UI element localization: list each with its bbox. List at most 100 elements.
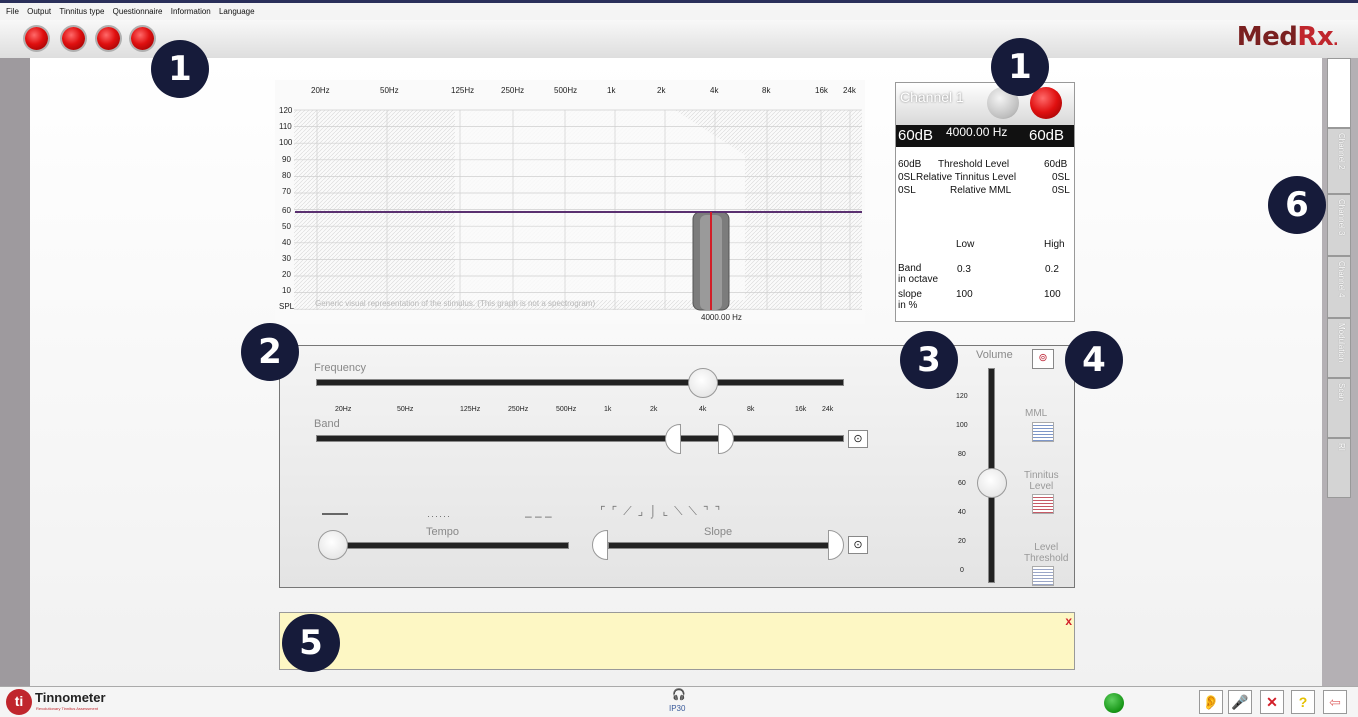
channel-info-panel: Channel 1 60dB 4000.00 Hz 60dB 60dB Thre… bbox=[895, 82, 1075, 322]
y-label: 40 bbox=[282, 238, 291, 247]
band-low-handle[interactable] bbox=[665, 424, 681, 454]
menu-questionnaire[interactable]: Questionnaire bbox=[113, 7, 163, 16]
menu-file[interactable]: File bbox=[6, 7, 19, 16]
menu-tinnitus-type[interactable]: Tinnitus type bbox=[59, 7, 104, 16]
band-link-button[interactable]: ⊙ bbox=[848, 430, 868, 448]
volume-tick: 20 bbox=[958, 538, 966, 545]
mml-button[interactable] bbox=[1032, 422, 1054, 442]
callout-badge: 4 bbox=[1065, 331, 1123, 389]
freq-label-8k: 8k bbox=[762, 86, 771, 95]
listen-button[interactable]: 👂 bbox=[1199, 690, 1223, 714]
menu-output[interactable]: Output bbox=[27, 7, 51, 16]
tab-channel-2[interactable]: Channel 2 bbox=[1327, 128, 1351, 194]
headphone-model: IP30 bbox=[669, 704, 686, 713]
freq-tick: 250Hz bbox=[508, 406, 529, 413]
channel-3-indicator[interactable] bbox=[97, 27, 120, 50]
tab-channel-3[interactable]: Channel 3 bbox=[1327, 194, 1351, 256]
tab-modulation[interactable]: Modulation bbox=[1327, 318, 1351, 378]
channel-level-bar: 60dB 4000.00 Hz 60dB bbox=[896, 125, 1074, 147]
frequency-slider-track[interactable] bbox=[316, 379, 844, 386]
freq-label-2k: 2k bbox=[657, 86, 666, 95]
back-button[interactable]: ⇦ bbox=[1323, 690, 1347, 714]
link-icon: ⊙ bbox=[853, 539, 863, 551]
freq-label-125hz: 125Hz bbox=[451, 86, 475, 95]
mml-left: 0SL bbox=[898, 185, 916, 196]
freq-label-24k: 24k bbox=[843, 86, 856, 95]
channel-1-indicator[interactable] bbox=[25, 27, 48, 50]
callout-badge: 2 bbox=[241, 323, 299, 381]
tempo-continuous-icon bbox=[322, 513, 348, 515]
tempo-slow-icon: – – – bbox=[525, 509, 552, 523]
slope-low: 100 bbox=[956, 289, 973, 300]
slope-high: 100 bbox=[1044, 289, 1061, 300]
volume-tick: 40 bbox=[958, 509, 966, 516]
slope-label: Slope bbox=[704, 526, 733, 538]
freq-tick: 16k bbox=[795, 406, 807, 413]
volume-tick: 100 bbox=[956, 422, 968, 429]
channel-2-indicator[interactable] bbox=[62, 27, 85, 50]
y-label: 120 bbox=[279, 106, 293, 115]
y-label: 90 bbox=[282, 155, 291, 164]
channel-frequency: 4000.00 Hz bbox=[946, 125, 1008, 139]
tab-ri[interactable]: RI bbox=[1327, 438, 1351, 498]
tinnitus-level-label: Relative Tinnitus Level bbox=[916, 172, 1017, 183]
stimulus-graph-svg bbox=[294, 109, 862, 311]
notes-area[interactable]: x bbox=[279, 612, 1075, 670]
high-header: High bbox=[1044, 239, 1065, 250]
volume-slider-handle[interactable] bbox=[977, 468, 1007, 498]
band-label: Band bbox=[314, 418, 340, 430]
freq-tick: 24k bbox=[822, 406, 834, 413]
tempo-label: Tempo bbox=[426, 526, 460, 538]
band-label: Band in octave bbox=[898, 263, 939, 285]
channel-4-indicator[interactable] bbox=[131, 27, 154, 50]
channel-header: Channel 1 bbox=[896, 83, 1074, 125]
freq-tick: 125Hz bbox=[460, 406, 481, 413]
tinnitus-level-left: 0SL bbox=[898, 172, 916, 183]
tinnitus-level-right: 0SL bbox=[1052, 172, 1070, 183]
menu-language[interactable]: Language bbox=[219, 7, 255, 16]
slope-high-handle[interactable] bbox=[828, 530, 844, 560]
tinnitus-level-button[interactable] bbox=[1032, 494, 1054, 514]
medrx-logo: MedRx. bbox=[1236, 22, 1339, 52]
band-slider-track[interactable] bbox=[316, 435, 844, 442]
callout-badge: 1 bbox=[991, 38, 1049, 96]
callout-badge: 6 bbox=[1268, 176, 1326, 234]
callout-badge: 3 bbox=[900, 331, 958, 389]
tab-channel-4[interactable]: Channel 4 bbox=[1327, 256, 1351, 318]
frequency-label: Frequency bbox=[314, 362, 366, 374]
microphone-icon: 🎤 bbox=[1231, 694, 1249, 710]
link-channels-button[interactable]: ⊚ bbox=[1032, 349, 1054, 369]
band-high-handle[interactable] bbox=[718, 424, 734, 454]
freq-tick: 500Hz bbox=[556, 406, 577, 413]
level-threshold-button-label: Level Threshold bbox=[1024, 542, 1069, 564]
freq-label-4k: 4k bbox=[710, 86, 719, 95]
close-notes-button[interactable]: x bbox=[1065, 614, 1072, 628]
level-threshold-button[interactable] bbox=[1032, 566, 1054, 586]
frequency-slider-handle[interactable] bbox=[688, 368, 718, 398]
tempo-slider-handle[interactable] bbox=[318, 530, 348, 560]
connection-status-indicator bbox=[1104, 693, 1124, 713]
mml-label: MML bbox=[1025, 408, 1048, 419]
graph-caption: Generic visual representation of the sti… bbox=[315, 299, 596, 308]
slope-slider-track[interactable] bbox=[608, 542, 838, 549]
tab-scan[interactable]: Scan bbox=[1327, 378, 1351, 438]
mml-label: Relative MML bbox=[950, 185, 1012, 196]
freq-label-16k: 16k bbox=[815, 86, 828, 95]
headphone-icon: 🎧 bbox=[672, 689, 686, 701]
menu-information[interactable]: Information bbox=[171, 7, 211, 16]
volume-tick: 60 bbox=[958, 480, 966, 487]
y-label: 10 bbox=[282, 286, 291, 295]
microphone-button[interactable]: 🎤 bbox=[1228, 690, 1252, 714]
volume-label: Volume bbox=[976, 349, 1013, 361]
slope-low-handle[interactable] bbox=[592, 530, 608, 560]
slope-shape-icons: ⌜⌜⟋⌟⌡⌞⟍⟍⌝⌝ bbox=[600, 504, 727, 518]
help-button[interactable]: ? bbox=[1291, 690, 1315, 714]
tempo-slider-track[interactable] bbox=[333, 542, 569, 549]
slope-link-button[interactable]: ⊙ bbox=[848, 536, 868, 554]
brand-tagline: Revolutionary Tinnitus Assessment bbox=[36, 706, 99, 711]
arrow-left-icon: ⇦ bbox=[1329, 694, 1341, 710]
tab-channel-1[interactable] bbox=[1327, 58, 1351, 128]
cancel-button[interactable]: ✕ bbox=[1260, 690, 1284, 714]
freq-label-50hz: 50Hz bbox=[380, 86, 399, 95]
y-label-spl: SPL bbox=[279, 302, 295, 311]
